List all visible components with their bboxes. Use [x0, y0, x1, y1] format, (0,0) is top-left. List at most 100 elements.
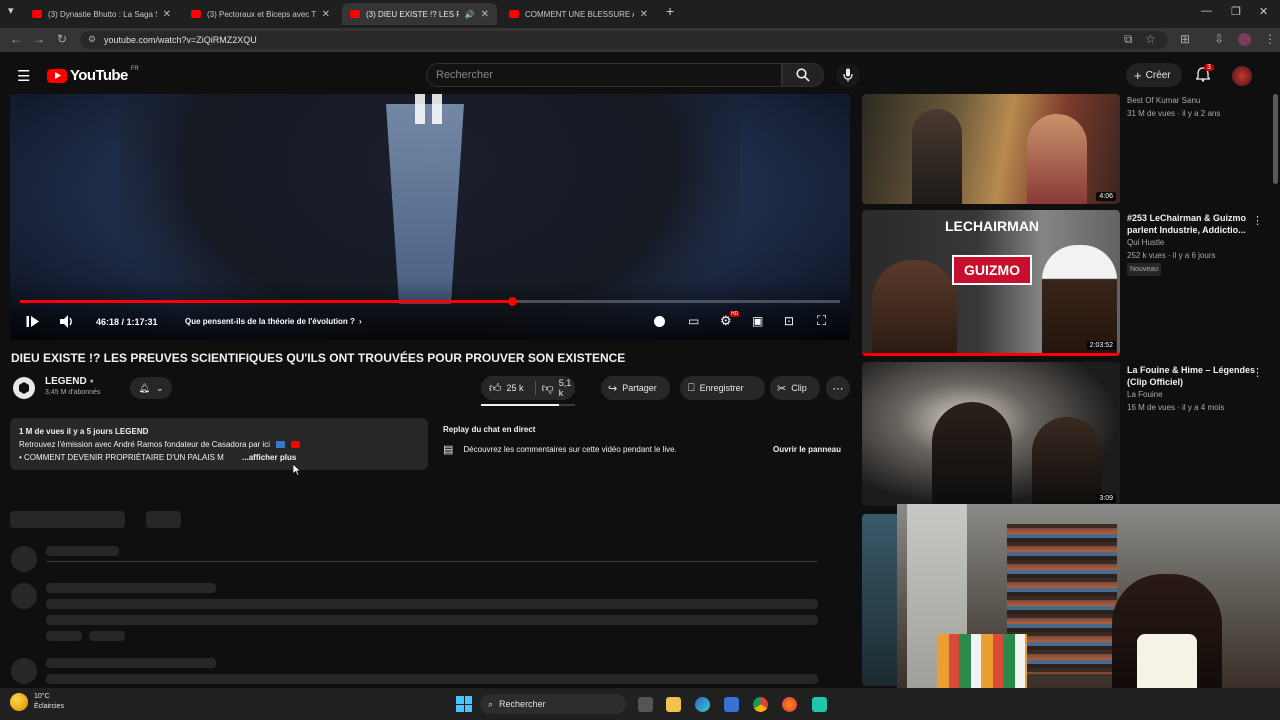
video-player[interactable]: 46:18 / 1:17:31 Que pensent-ils de la th…: [10, 94, 850, 340]
dislike-count: 5,1 k: [558, 378, 572, 398]
task-view-icon[interactable]: [638, 697, 653, 712]
search-input[interactable]: Rechercher: [426, 63, 782, 87]
browser-tab[interactable]: (3) Dynastie Bhutto : La Saga S ✕: [24, 3, 179, 25]
chrome-icon[interactable]: [753, 697, 768, 712]
page-scrollbar[interactable]: [1273, 94, 1278, 184]
close-tab-icon[interactable]: ✕: [640, 9, 648, 20]
create-button[interactable]: + Créer: [1126, 63, 1182, 87]
hamburger-menu-icon[interactable]: ☰: [17, 67, 30, 85]
back-icon[interactable]: ←: [10, 32, 22, 46]
fullscreen-icon[interactable]: ⛶: [817, 313, 826, 329]
browser-tab[interactable]: (3) Pectoraux et Biceps avec Ti ✕: [183, 3, 338, 25]
like-ratio-bar: [481, 404, 575, 406]
speaker-icon[interactable]: 🔊: [465, 10, 475, 19]
file-explorer-icon[interactable]: [666, 697, 681, 712]
autoplay-toggle[interactable]: [654, 316, 665, 327]
new-badge: Nouveau: [1127, 263, 1162, 276]
close-tab-icon[interactable]: ✕: [163, 9, 171, 20]
url-text: youtube.com/watch?v=ZiQiRMZ2XQU: [104, 35, 257, 45]
downloads-icon[interactable]: ⇩: [1214, 32, 1224, 46]
install-app-icon[interactable]: ⧉: [1124, 32, 1133, 47]
chevron-down-icon: ⌄: [155, 382, 164, 393]
scrubber-handle[interactable]: [508, 297, 517, 306]
account-avatar[interactable]: [1232, 66, 1252, 86]
text-placeholder: [46, 631, 82, 641]
text-placeholder: [89, 631, 125, 641]
thumbnail-person-right: [1042, 245, 1117, 353]
tab-title: (3) Pectoraux et Biceps avec Ti: [207, 9, 316, 19]
description-box[interactable]: 1 M de vues il y a 5 jours LEGEND Retrou…: [10, 418, 428, 470]
notifications-button[interactable]: 3: [1195, 64, 1214, 87]
edge-icon[interactable]: [695, 697, 710, 712]
maximize-icon[interactable]: ❐: [1231, 5, 1241, 18]
dislike-button[interactable]: 👎︎ 5,1 k: [542, 378, 575, 398]
more-vertical-icon[interactable]: ⋮: [1252, 214, 1263, 227]
duration-badge: 3:09: [1096, 494, 1116, 503]
open-panel-button[interactable]: Ouvrir le panneau: [773, 445, 841, 454]
channel-avatar[interactable]: [13, 377, 35, 399]
save-button[interactable]: ⎕ Enregistrer: [680, 376, 765, 400]
profile-avatar[interactable]: [1238, 33, 1251, 46]
site-info-icon[interactable]: ⚙: [88, 34, 96, 45]
volume-button[interactable]: [59, 314, 75, 334]
webcam-desk-items: [937, 634, 1027, 688]
rec-meta: 252 k vues · il y a 6 jours: [1127, 251, 1216, 260]
video-thumbnail[interactable]: 3:09: [862, 362, 1120, 506]
taskbar-search[interactable]: ⌕ Rechercher: [480, 694, 626, 714]
chat-replay-box: Replay du chat en direct ▤ Découvrez les…: [434, 418, 850, 470]
new-tab-icon[interactable]: +: [666, 3, 674, 19]
weather-widget[interactable]: 10°C Éclaircies: [10, 692, 64, 712]
share-button[interactable]: ↪ Partager: [601, 376, 670, 400]
firefox-icon[interactable]: [782, 697, 797, 712]
mouse-cursor-icon: [293, 464, 301, 476]
rec-meta: 31 M de vues · il y a 2 ans: [1127, 109, 1221, 118]
hd-badge: HD: [730, 311, 740, 317]
rec-channel-name[interactable]: Best Of Kumar Sanu: [1127, 94, 1257, 107]
video-thumbnail[interactable]: 4:06: [862, 94, 1120, 204]
subtitles-icon[interactable]: ▭: [688, 314, 699, 328]
search-icon: [796, 68, 810, 82]
subscription-bell-button[interactable]: 🔔︎ ⌄: [130, 377, 172, 399]
close-window-icon[interactable]: ✕: [1259, 5, 1268, 18]
youtube-favicon-icon: [191, 10, 201, 18]
video-thumbnail[interactable]: [862, 514, 902, 686]
rec-channel-name[interactable]: La Fouine: [1127, 388, 1257, 401]
clip-button[interactable]: ✂ Clip: [770, 376, 820, 400]
browser-tab[interactable]: COMMENT UNE BLESSURE A R ✕: [501, 3, 656, 25]
voice-search-button[interactable]: [836, 63, 860, 87]
text-placeholder: [46, 583, 216, 593]
minimize-icon[interactable]: —: [1201, 5, 1212, 17]
text-placeholder: [46, 658, 216, 668]
more-vertical-icon[interactable]: ⋮: [1252, 366, 1263, 379]
chapter-button[interactable]: Que pensent-ils de la théorie de l'évolu…: [185, 317, 362, 326]
search-button[interactable]: [782, 63, 824, 87]
bell-icon: 🔔︎: [138, 382, 150, 393]
show-more-link[interactable]: ...afficher plus: [242, 453, 296, 462]
app-icon[interactable]: [812, 697, 827, 712]
rec-title[interactable]: #253 LeChairman & Guizmo parlent Industr…: [1127, 212, 1257, 236]
play-button[interactable]: [26, 315, 40, 333]
progress-bar[interactable]: [20, 297, 840, 306]
thumbnail-figure: [932, 402, 1012, 506]
windows-start-icon[interactable]: [456, 696, 472, 712]
tab-list-icon[interactable]: ▾: [8, 4, 14, 17]
rec-channel-name[interactable]: Qui Hustle: [1127, 236, 1257, 249]
address-bar[interactable]: ⚙ youtube.com/watch?v=ZiQiRMZ2XQU: [80, 31, 1168, 49]
browser-menu-icon[interactable]: ⋮: [1264, 32, 1276, 46]
video-thumbnail[interactable]: LECHAIRMAN GUIZMO 2:03:52: [862, 210, 1120, 356]
extensions-icon[interactable]: ⊞: [1180, 32, 1190, 46]
reload-icon[interactable]: ↻: [57, 32, 67, 46]
store-icon[interactable]: [724, 697, 739, 712]
channel-name[interactable]: LEGEND: [45, 376, 87, 387]
like-button[interactable]: 👍︎ 25 k: [489, 381, 535, 396]
browser-tab-active[interactable]: (3) DIEU EXISTE !? LES PREU 🔊 ✕: [342, 3, 497, 25]
bookmark-star-icon[interactable]: ☆: [1145, 32, 1156, 46]
forward-icon[interactable]: →: [33, 32, 45, 46]
more-actions-button[interactable]: ⋯: [826, 376, 850, 400]
close-tab-icon[interactable]: ✕: [481, 9, 489, 20]
rec-title[interactable]: La Fouine & Hime – Légendes (Clip Offici…: [1127, 364, 1257, 388]
cast-icon[interactable]: ⊡: [784, 314, 794, 328]
miniplayer-icon[interactable]: ▣: [752, 314, 763, 328]
close-tab-icon[interactable]: ✕: [322, 9, 330, 20]
youtube-logo[interactable]: YouTube FR: [47, 66, 139, 84]
